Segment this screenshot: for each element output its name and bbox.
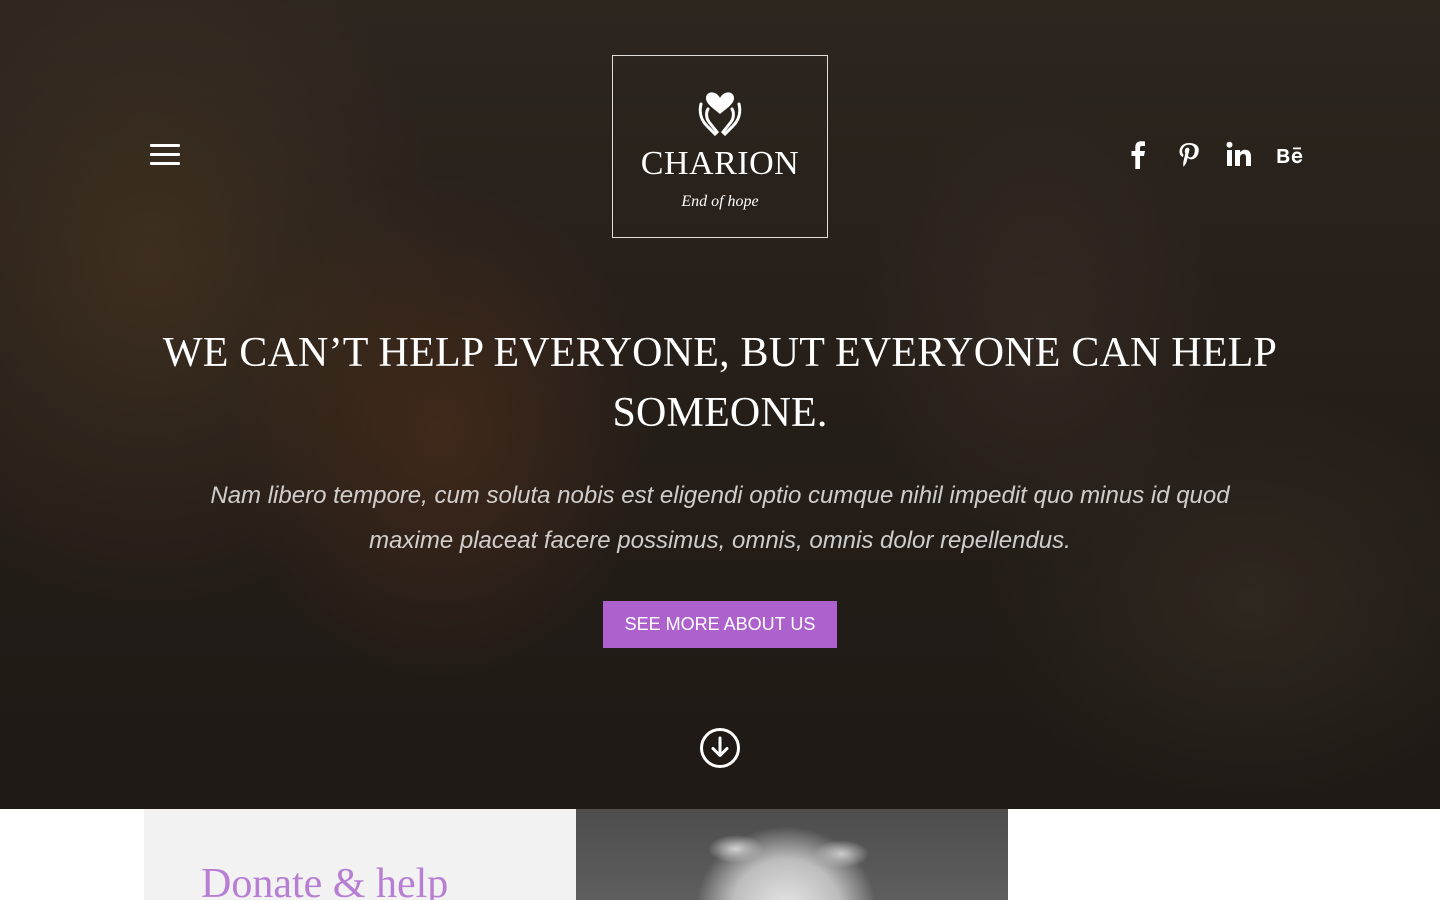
see-more-about-us-button[interactable]: SEE MORE ABOUT US (603, 601, 837, 648)
heart-in-hands-icon (698, 92, 742, 136)
hero-description: Nam libero tempore, cum soluta nobis est… (170, 473, 1270, 563)
hero-description-line-1: Nam libero tempore, cum soluta nobis est… (210, 482, 1230, 509)
donate-section: Donate & help (144, 809, 576, 900)
logo-tagline: End of hope (681, 193, 759, 210)
hamburger-menu-icon[interactable] (150, 144, 180, 166)
logo-name: CHARION (640, 145, 800, 182)
hero-headline-line-2: SOMEONE. (612, 390, 828, 436)
hero-description-line-2: maxime placeat facere possimus, omnis, o… (369, 527, 1071, 554)
hero-section: CHARION End of hope WE CAN’T HELP EVERYO… (0, 0, 1440, 809)
donate-title: Donate & help (201, 861, 449, 900)
hero-headline-line-1: WE CAN’T HELP EVERYONE, BUT EVERYONE CAN… (162, 330, 1278, 376)
pinterest-icon[interactable] (1176, 140, 1202, 172)
child-photo (576, 809, 1008, 900)
behance-icon[interactable] (1276, 140, 1304, 172)
hero-headline: WE CAN’T HELP EVERYONE, BUT EVERYONE CAN… (160, 323, 1280, 443)
linkedin-icon[interactable] (1225, 140, 1253, 172)
arrow-down-circle-icon[interactable] (699, 727, 741, 769)
site-logo[interactable]: CHARION End of hope (612, 55, 828, 238)
facebook-icon[interactable] (1127, 140, 1149, 172)
